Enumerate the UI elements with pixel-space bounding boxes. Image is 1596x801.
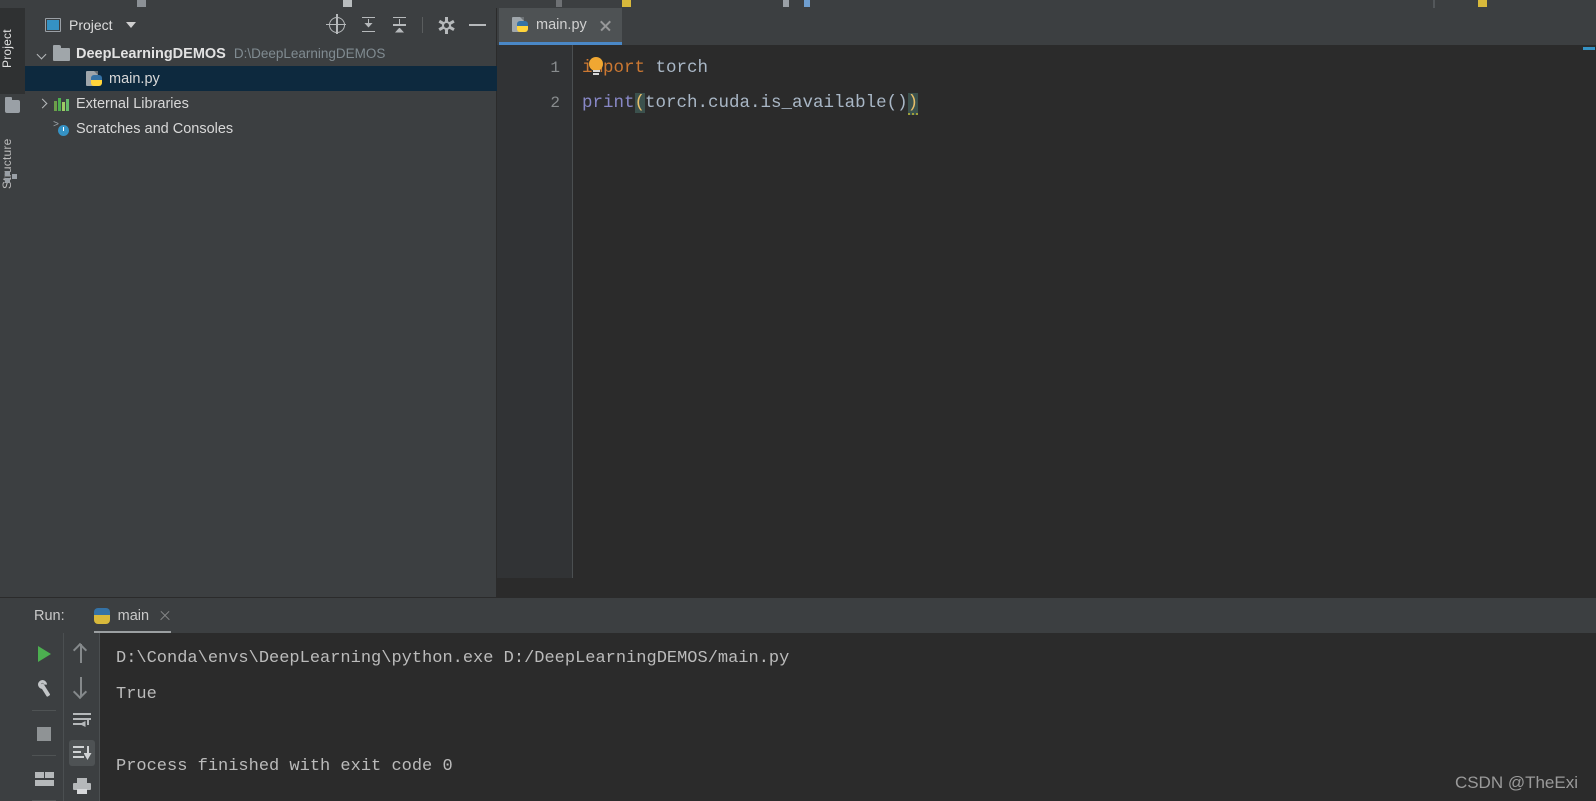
run-panel: Run: main D:\Conda\envs\DeepLearning\pyt… — [0, 597, 1596, 801]
tree-row[interactable]: External Libraries — [25, 91, 497, 116]
run-toolbar-primary — [25, 633, 63, 801]
python-file-icon — [512, 17, 529, 33]
editor-tab-label: main.py — [536, 17, 587, 33]
chevron-down-icon[interactable] — [35, 47, 48, 60]
scroll-to-end-button[interactable] — [68, 740, 95, 766]
console-line: True — [116, 685, 157, 704]
editor-tab-main-py[interactable]: main.py — [499, 8, 622, 45]
toolbar-separator — [422, 16, 423, 33]
project-panel-title: Project — [69, 16, 113, 33]
tree-item-label: Scratches and Consoles — [76, 120, 234, 137]
menu-glyph-7 — [1433, 0, 1435, 8]
code-fn-print: print — [582, 93, 635, 113]
layout-button[interactable] — [31, 766, 57, 790]
code-content[interactable]: import torch print(torch.cuda.is_availab… — [573, 45, 1596, 578]
gear-icon[interactable] — [435, 14, 457, 36]
tree-item-label: External Libraries — [76, 95, 189, 112]
project-panel: Project DeepLearningDEMOS D:\DeepLearnin… — [25, 8, 497, 597]
python-file-icon — [86, 70, 103, 87]
editor-scroll-track-top — [1582, 0, 1596, 8]
lightbulb-icon[interactable] — [589, 57, 603, 77]
toolbar-divider — [32, 754, 56, 756]
tree-row[interactable]: main.py — [25, 66, 497, 91]
watermark: CSDN @TheExi — [1454, 773, 1578, 792]
run-toolbar-secondary — [63, 633, 99, 801]
settings-button[interactable] — [31, 675, 57, 699]
tree-row[interactable]: >_ Scratches and Consoles — [25, 116, 497, 141]
project-panel-toolbar — [326, 8, 488, 41]
close-icon[interactable] — [159, 610, 171, 622]
code-line-2: print(torch.cuda.is_available()) — [582, 86, 919, 121]
close-icon[interactable] — [599, 19, 612, 32]
tree-item-label: DeepLearningDEMOS — [76, 45, 226, 62]
chevron-down-icon[interactable] — [125, 21, 136, 28]
sidebar-tab-project-label: Project — [0, 29, 14, 68]
line-number: 2 — [550, 94, 560, 112]
menu-bar-strip — [0, 0, 1596, 8]
sidebar-tab-structure[interactable]: Structure — [0, 126, 25, 206]
code-arg-expression: torch.cuda.is_available() — [645, 93, 908, 113]
chevron-right-icon[interactable] — [35, 97, 48, 110]
menu-glyph-5 — [783, 0, 789, 7]
tree-row[interactable]: DeepLearningDEMOS D:\DeepLearningDEMOS — [25, 41, 497, 66]
print-button[interactable] — [69, 773, 95, 799]
run-tab-label: main — [117, 607, 150, 624]
next-occurrence-button[interactable] — [69, 674, 95, 700]
menu-glyph-3 — [556, 0, 562, 7]
editor-gutter[interactable]: 1 2 — [497, 45, 573, 578]
python-icon — [93, 607, 110, 624]
code-module-torch: torch — [655, 58, 709, 78]
run-panel-header: Run: main — [0, 597, 1596, 634]
project-panel-header: Project — [25, 8, 496, 41]
pycharm-window: Project Structure Project DeepLearningDE… — [0, 0, 1596, 801]
run-panel-label: Run: — [34, 607, 65, 624]
editor-area: main.py 1 2 import torch print(torch.cud… — [497, 0, 1596, 597]
run-button[interactable] — [31, 641, 57, 665]
scratches-icon: >_ — [53, 121, 70, 136]
menu-glyph-4 — [622, 0, 631, 7]
structure-icon — [5, 171, 18, 183]
menu-glyph-2 — [343, 0, 352, 7]
project-tree: DeepLearningDEMOS D:\DeepLearningDEMOS m… — [25, 41, 497, 141]
console-line: D:\Conda\envs\DeepLearning\python.exe D:… — [116, 649, 790, 668]
code-editor[interactable]: 1 2 import torch print(torch.cuda.is_ava… — [497, 45, 1596, 578]
soft-wrap-button[interactable] — [69, 707, 95, 733]
folder-icon — [5, 97, 20, 113]
menu-glyph-1 — [137, 0, 146, 7]
console-line: Process finished with exit code 0 — [116, 757, 453, 776]
prev-occurrence-button[interactable] — [69, 641, 95, 667]
folder-icon — [53, 44, 70, 61]
libraries-icon — [53, 97, 70, 111]
console-output[interactable]: D:\Conda\envs\DeepLearning\python.exe D:… — [99, 633, 1596, 801]
sidebar-tab-project[interactable]: Project — [0, 8, 25, 94]
stop-button[interactable] — [31, 721, 57, 745]
code-open-paren: ( — [634, 93, 646, 113]
editor-scrollbar-thumb[interactable] — [1583, 47, 1595, 50]
tree-item-label: main.py — [109, 70, 160, 87]
tree-item-path: D:\DeepLearningDEMOS — [233, 46, 386, 61]
editor-tab-bar: main.py — [497, 0, 1596, 45]
menu-glyph-6 — [804, 0, 810, 7]
menu-glyph-8 — [1478, 0, 1487, 7]
toolbar-divider — [32, 709, 56, 711]
project-icon — [45, 17, 61, 32]
code-close-paren: ) — [907, 93, 919, 115]
line-number: 1 — [550, 59, 560, 77]
expand-all-icon[interactable] — [357, 14, 379, 36]
run-panel-body: D:\Conda\envs\DeepLearning\python.exe D:… — [0, 633, 1596, 801]
collapse-all-icon[interactable] — [388, 14, 410, 36]
editor-scrollbar[interactable] — [1582, 45, 1596, 578]
minimize-icon[interactable] — [466, 14, 488, 36]
run-tab-main[interactable]: main — [93, 598, 172, 634]
locate-icon[interactable] — [326, 13, 348, 36]
